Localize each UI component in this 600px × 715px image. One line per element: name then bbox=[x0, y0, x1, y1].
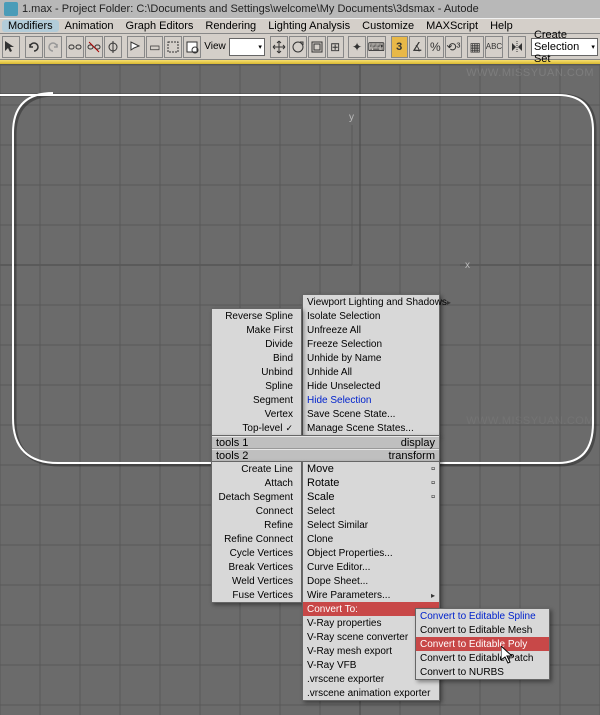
move-tool-icon[interactable] bbox=[270, 36, 288, 58]
ctx-save-scene-state[interactable]: Save Scene State... bbox=[303, 407, 439, 421]
ctx-unbind[interactable]: Unbind bbox=[212, 365, 301, 379]
cursor-icon bbox=[501, 646, 517, 666]
menu-rendering[interactable]: Rendering bbox=[199, 20, 262, 32]
menu-animation[interactable]: Animation bbox=[59, 20, 120, 32]
ctx-refine[interactable]: Refine bbox=[212, 518, 301, 532]
quad-menu-tools2: Create Line Attach Detach Segment Connec… bbox=[211, 461, 302, 603]
ctx-break-vertices[interactable]: Break Vertices bbox=[212, 560, 301, 574]
ctx-weld-vertices[interactable]: Weld Vertices bbox=[212, 574, 301, 588]
ctx-detach-segment[interactable]: Detach Segment bbox=[212, 490, 301, 504]
ref-coord-icon[interactable]: ⊞ bbox=[327, 36, 344, 58]
ctx-clone[interactable]: Clone bbox=[303, 532, 439, 546]
ctx-viewport-lighting[interactable]: Viewport Lighting and Shadows bbox=[303, 295, 439, 309]
abc-icon[interactable]: ABC bbox=[485, 36, 503, 58]
ctx-select[interactable]: Select bbox=[303, 504, 439, 518]
bind-icon[interactable] bbox=[104, 36, 122, 58]
select-name-icon[interactable]: ▭ bbox=[146, 36, 163, 58]
keyboard-icon[interactable]: ⌨ bbox=[367, 36, 386, 58]
ctx-vertex[interactable]: Vertex bbox=[212, 407, 301, 421]
filter-label: View bbox=[202, 41, 228, 52]
ctx-divide[interactable]: Divide bbox=[212, 337, 301, 351]
select-region-icon[interactable] bbox=[164, 36, 182, 58]
window-title: 1.max - Project Folder: C:\Documents and… bbox=[22, 3, 479, 15]
ctx-unfreeze-all[interactable]: Unfreeze All bbox=[303, 323, 439, 337]
menu-maxscript[interactable]: MAXScript bbox=[420, 20, 484, 32]
menu-modifiers[interactable]: Modifiers bbox=[2, 20, 59, 32]
rotate-tool-icon[interactable] bbox=[289, 36, 307, 58]
title-bar: 1.max - Project Folder: C:\Documents and… bbox=[0, 0, 600, 18]
selection-set-dropdown[interactable]: Create Selection Set bbox=[531, 38, 598, 56]
scale-tool-icon[interactable] bbox=[308, 36, 326, 58]
ctx-curve-editor[interactable]: Curve Editor... bbox=[303, 560, 439, 574]
sub-convert-poly[interactable]: Convert to Editable Poly bbox=[416, 637, 549, 651]
watermark: WWW.MISSYUAN.COM bbox=[466, 67, 594, 79]
ctx-top-level[interactable]: Top-level bbox=[212, 421, 301, 435]
menu-lighting-analysis[interactable]: Lighting Analysis bbox=[262, 20, 356, 32]
sub-convert-nurbs[interactable]: Convert to NURBS bbox=[416, 665, 549, 679]
ctx-refine-connect[interactable]: Refine Connect bbox=[212, 532, 301, 546]
ctx-wire-parameters[interactable]: Wire Parameters... bbox=[303, 588, 439, 602]
sub-convert-patch[interactable]: Convert to Editable Patch bbox=[416, 651, 549, 665]
menu-customize[interactable]: Customize bbox=[356, 20, 420, 32]
undo-icon[interactable] bbox=[25, 36, 43, 58]
angle-snap-icon[interactable]: ∡ bbox=[409, 36, 426, 58]
hdr-display: display bbox=[401, 437, 435, 449]
ctx-unhide-all[interactable]: Unhide All bbox=[303, 365, 439, 379]
mirror-icon[interactable] bbox=[508, 36, 526, 58]
app-icon bbox=[4, 2, 18, 16]
watermark-2: WWW.MISSYUAN.COM bbox=[466, 415, 594, 427]
percent-snap-icon[interactable]: % bbox=[427, 36, 444, 58]
quad-menu-header: tools 1 display tools 2 transform bbox=[211, 435, 440, 463]
ctx-segment[interactable]: Segment bbox=[212, 393, 301, 407]
ctx-hide-unselected[interactable]: Hide Unselected bbox=[303, 379, 439, 393]
menu-help[interactable]: Help bbox=[484, 20, 519, 32]
ctx-vrscene-anim-exporter[interactable]: .vrscene animation exporter bbox=[303, 686, 439, 700]
ctx-manage-scene-states[interactable]: Manage Scene States... bbox=[303, 421, 439, 435]
ctx-object-properties[interactable]: Object Properties... bbox=[303, 546, 439, 560]
main-toolbar: ▭ View ⊞ ✦ ⌨ 3 ∡ % ⟲³ ▦ ABC Create Selec… bbox=[0, 34, 600, 60]
redo-icon[interactable] bbox=[44, 36, 62, 58]
ctx-spline[interactable]: Spline bbox=[212, 379, 301, 393]
quad-menu-tools1: Reverse Spline Make First Divide Bind Un… bbox=[211, 308, 302, 436]
ctx-create-line[interactable]: Create Line bbox=[212, 462, 301, 476]
x-axis-label: x bbox=[465, 260, 470, 271]
ctx-unhide-by-name[interactable]: Unhide by Name bbox=[303, 351, 439, 365]
ctx-move[interactable]: Move▫ bbox=[303, 462, 439, 476]
unlink-icon[interactable] bbox=[85, 36, 103, 58]
spinner-snap-icon[interactable]: ⟲³ bbox=[445, 36, 462, 58]
hdr-transform: transform bbox=[389, 450, 435, 462]
ctx-rotate[interactable]: Rotate▫ bbox=[303, 476, 439, 490]
ctx-dope-sheet[interactable]: Dope Sheet... bbox=[303, 574, 439, 588]
ctx-freeze-selection[interactable]: Freeze Selection bbox=[303, 337, 439, 351]
ctx-reverse-spline[interactable]: Reverse Spline bbox=[212, 309, 301, 323]
quad-menu-display: Viewport Lighting and Shadows Isolate Se… bbox=[302, 294, 440, 436]
ctx-isolate-selection[interactable]: Isolate Selection bbox=[303, 309, 439, 323]
link-icon[interactable] bbox=[66, 36, 84, 58]
window-crossing-icon[interactable] bbox=[183, 36, 201, 58]
sub-convert-mesh[interactable]: Convert to Editable Mesh bbox=[416, 623, 549, 637]
menu-graph-editors[interactable]: Graph Editors bbox=[120, 20, 200, 32]
ctx-bind[interactable]: Bind bbox=[212, 351, 301, 365]
ctx-select-similar[interactable]: Select Similar bbox=[303, 518, 439, 532]
ctx-attach[interactable]: Attach bbox=[212, 476, 301, 490]
sub-convert-spline[interactable]: Convert to Editable Spline bbox=[416, 609, 549, 623]
menu-bar: Modifiers Animation Graph Editors Render… bbox=[0, 18, 600, 34]
select-tool-icon[interactable] bbox=[2, 36, 20, 58]
hdr-tools1: tools 1 bbox=[216, 437, 248, 449]
hdr-tools2: tools 2 bbox=[216, 450, 248, 462]
ctx-connect[interactable]: Connect bbox=[212, 504, 301, 518]
ctx-scale[interactable]: Scale▫ bbox=[303, 490, 439, 504]
ctx-fuse-vertices[interactable]: Fuse Vertices bbox=[212, 588, 301, 602]
named-sel-icon[interactable]: ▦ bbox=[467, 36, 484, 58]
ctx-hide-selection[interactable]: Hide Selection bbox=[303, 393, 439, 407]
filter-dropdown[interactable] bbox=[229, 38, 265, 56]
y-axis-label: y bbox=[349, 112, 354, 123]
ctx-cycle-vertices[interactable]: Cycle Vertices bbox=[212, 546, 301, 560]
manipulate-icon[interactable]: ✦ bbox=[348, 36, 365, 58]
snap-toggle-icon[interactable]: 3 bbox=[391, 36, 408, 58]
convert-to-submenu: Convert to Editable Spline Convert to Ed… bbox=[415, 608, 550, 680]
ctx-make-first[interactable]: Make First bbox=[212, 323, 301, 337]
select-object-icon[interactable] bbox=[127, 36, 145, 58]
